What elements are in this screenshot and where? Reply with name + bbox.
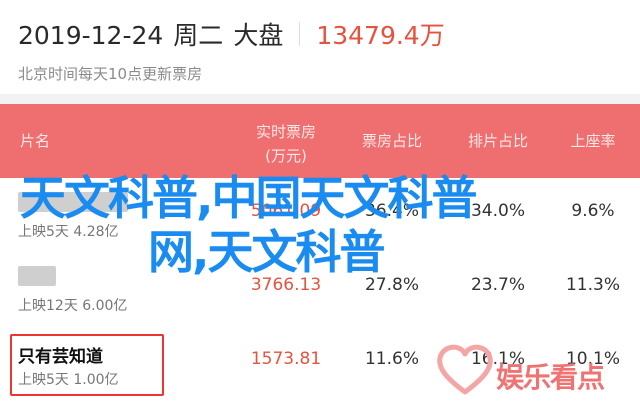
movie-title-obscured: [18, 192, 128, 212]
update-note: 北京时间每天10点更新票房: [18, 65, 203, 83]
column-header-share[interactable]: 票房占比: [350, 130, 434, 151]
market-label: 大盘: [233, 21, 284, 50]
share-value: 27.8%: [364, 275, 419, 295]
total-box-office: 13479.4万: [316, 21, 445, 50]
header: 2019-12-24 周二 大盘 13479.4万 北京时间每天10点更新票房: [0, 0, 640, 104]
column-header-schedule[interactable]: 排片占比: [456, 130, 540, 151]
share-value: 11.6%: [364, 349, 419, 369]
column-header-box-office-line2: (万元): [265, 147, 307, 165]
movie-meta: 上映5天 1.00亿: [18, 372, 119, 388]
movie-meta: 上映5天 4.28亿: [18, 224, 119, 240]
table-row[interactable]: 上映5天 4.28亿 5061.09 36.4% 34.0% 9.6%: [0, 178, 640, 253]
watermark: 娱乐看点: [430, 338, 640, 402]
share-value: 36.4%: [364, 201, 419, 221]
movie-title[interactable]: 只有芸知道: [18, 342, 103, 367]
heart-icon: [437, 344, 493, 395]
box-office-value: 5061.09: [250, 201, 322, 221]
column-header-seat-rate[interactable]: 上座率: [556, 130, 630, 151]
seat-rate-value: 9.6%: [571, 201, 615, 221]
date-line: 2019-12-24 周二 大盘 13479.4万: [18, 16, 445, 52]
section-divider: [0, 94, 640, 104]
watermark-text: 娱乐看点: [496, 361, 605, 394]
column-header-name[interactable]: 片名: [20, 130, 50, 151]
schedule-value: 34.0%: [470, 201, 525, 221]
movie-title-obscured: [18, 266, 56, 286]
box-office-value: 3766.13: [250, 275, 322, 295]
movie-meta: 上映12天 6.00亿: [18, 298, 128, 314]
table-header: 片名 实时票房 (万元) 票房占比 排片占比 上座率: [0, 104, 640, 178]
divider-vertical: [299, 22, 301, 46]
weekday: 周二: [173, 21, 224, 50]
schedule-value: 23.7%: [470, 275, 525, 295]
box-office-value: 1573.81: [250, 349, 322, 369]
table-row[interactable]: 上映12天 6.00亿 3766.13 27.8% 23.7% 11.3%: [0, 252, 640, 327]
column-header-box-office[interactable]: 实时票房 (万元): [236, 120, 336, 168]
seat-rate-value: 11.3%: [565, 275, 620, 295]
date[interactable]: 2019-12-24: [18, 21, 163, 50]
column-header-box-office-line1: 实时票房: [255, 123, 316, 141]
